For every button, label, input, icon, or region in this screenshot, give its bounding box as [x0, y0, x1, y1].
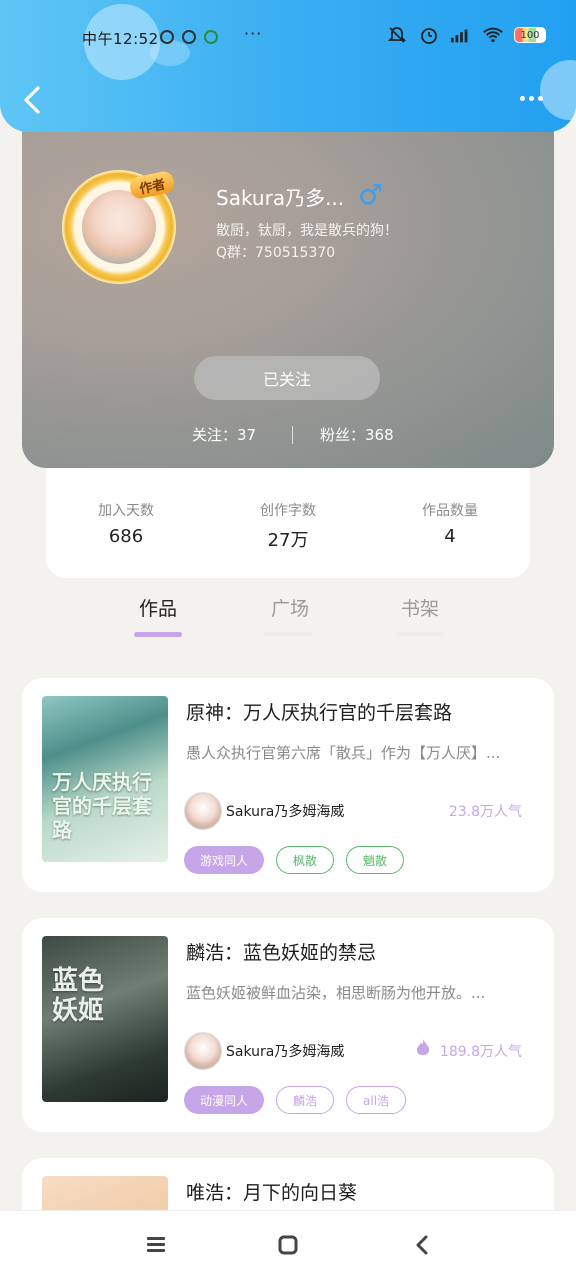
book-description: 蓝色妖姬被鲜血沾染，相思断肠为他开放。...: [186, 984, 486, 1002]
stat-works-count: 作品数量 4: [380, 500, 520, 547]
stat-word-count: 创作字数 27万: [218, 500, 358, 552]
signal-icon: [450, 26, 472, 44]
status-time: 中午12:52: [82, 30, 159, 48]
battery-icon: 100: [514, 27, 546, 43]
book-card[interactable]: 万人厌执行官的千层套路 原神：万人厌执行官的千层套路 愚人众执行官第六席「散兵」…: [22, 678, 554, 892]
status-dots: ···: [244, 24, 263, 43]
book-card[interactable]: 蓝色妖姬 麟浩：蓝色妖姬的禁忌 蓝色妖姬被鲜血沾染，相思断肠为他开放。... S…: [22, 918, 554, 1132]
profile-card: 作者 Sakura乃多... ♂ 散厨，钛厨，我是散兵的狗！ Q群：750515…: [22, 118, 554, 468]
system-nav-bar: [0, 1210, 576, 1280]
book-tags: 动漫同人 麟浩 all浩: [184, 1086, 407, 1114]
recent-apps-button[interactable]: [144, 1233, 172, 1259]
author-avatar[interactable]: 作者: [62, 169, 176, 284]
stat-value: 27万: [267, 530, 309, 551]
tag-pairing[interactable]: 麟浩: [276, 1086, 335, 1114]
status-bar: 中午12:52 ··· 100: [0, 22, 576, 54]
book-author: Sakura乃多姆海威: [226, 804, 345, 820]
book-description: 愚人众执行官第六席「散兵」作为【万人厌】...: [186, 744, 501, 762]
user-qq-group: Q群：750515370: [216, 245, 336, 261]
home-button[interactable]: [276, 1233, 304, 1259]
profile-tabs: 作品 广场 书架: [0, 594, 576, 650]
popularity-count: 189.8万人气: [439, 1044, 522, 1060]
chevron-left-icon: [24, 86, 40, 114]
back-button[interactable]: [20, 84, 44, 116]
book-author: Sakura乃多姆海威: [226, 1044, 345, 1060]
tag-pairing[interactable]: 魈散: [346, 846, 405, 874]
stat-value: 686: [108, 526, 144, 547]
tag-pairing[interactable]: all浩: [346, 1086, 407, 1114]
popularity-count: 23.8万人气: [448, 804, 522, 820]
followed-button[interactable]: 已关注: [194, 356, 380, 400]
notification-icons: [160, 30, 218, 44]
tag-category[interactable]: 游戏同人: [184, 846, 265, 874]
avatar-image: [82, 190, 156, 264]
stats-card: 加入天数 686 创作字数 27万 作品数量 4: [46, 468, 530, 578]
author-avatar-small: [184, 792, 222, 830]
following-count[interactable]: 关注：37: [192, 424, 256, 445]
tag-category[interactable]: 动漫同人: [184, 1086, 265, 1114]
tag-pairing[interactable]: 枫散: [276, 846, 335, 874]
menu-icon: [147, 1237, 165, 1252]
fans-count[interactable]: 粉丝：368: [320, 424, 394, 445]
stat-join-days: 加入天数 686: [56, 500, 196, 547]
book-title[interactable]: 唯浩：月下的向日葵: [186, 1178, 357, 1205]
stat-label: 加入天数: [98, 503, 154, 519]
user-bio: 散厨，钛厨，我是散兵的狗！: [216, 223, 398, 239]
chevron-left-icon: [416, 1235, 428, 1255]
stat-label: 作品数量: [422, 503, 478, 519]
active-tab-indicator: [134, 632, 182, 637]
game-icon: [182, 30, 196, 44]
mute-bell-icon: [386, 26, 408, 44]
user-name: Sakura乃多...: [216, 186, 345, 210]
system-back-button[interactable]: [410, 1233, 438, 1259]
tab-square[interactable]: 广场: [260, 594, 320, 621]
book-cover[interactable]: 蓝色妖姬: [42, 936, 168, 1102]
book-title[interactable]: 麟浩：蓝色妖姬的禁忌: [186, 938, 376, 965]
stat-label: 创作字数: [260, 503, 316, 519]
more-dots-icon: [520, 95, 525, 101]
stat-value: 4: [444, 526, 456, 547]
divider: [292, 426, 293, 444]
fire-icon: [414, 1038, 432, 1062]
wifi-icon: [482, 26, 504, 44]
wechat-icon: [204, 30, 218, 44]
more-button[interactable]: [520, 88, 552, 108]
home-square-icon: [278, 1235, 298, 1255]
male-gender-icon: ♂: [358, 178, 384, 211]
tab-works[interactable]: 作品: [128, 594, 188, 621]
tab-bookshelf[interactable]: 书架: [390, 594, 450, 621]
book-tags: 游戏同人 枫散 魈散: [184, 846, 405, 874]
status-right-icons: 100: [386, 26, 546, 44]
more-dots-icon: [538, 95, 543, 101]
author-avatar-small: [184, 1032, 222, 1070]
top-header: 中午12:52 ··· 100: [0, 0, 576, 132]
tab-underline: [396, 632, 444, 636]
cover-title: 蓝色妖姬: [52, 966, 105, 1026]
more-dots-icon: [529, 95, 534, 101]
tab-underline: [264, 632, 312, 636]
book-title[interactable]: 原神：万人厌执行官的千层套路: [186, 698, 452, 725]
message-icon: [160, 30, 174, 44]
book-cover[interactable]: 万人厌执行官的千层套路: [42, 696, 168, 862]
cover-title: 万人厌执行官的千层套路: [52, 770, 152, 842]
alarm-icon: [418, 26, 440, 44]
